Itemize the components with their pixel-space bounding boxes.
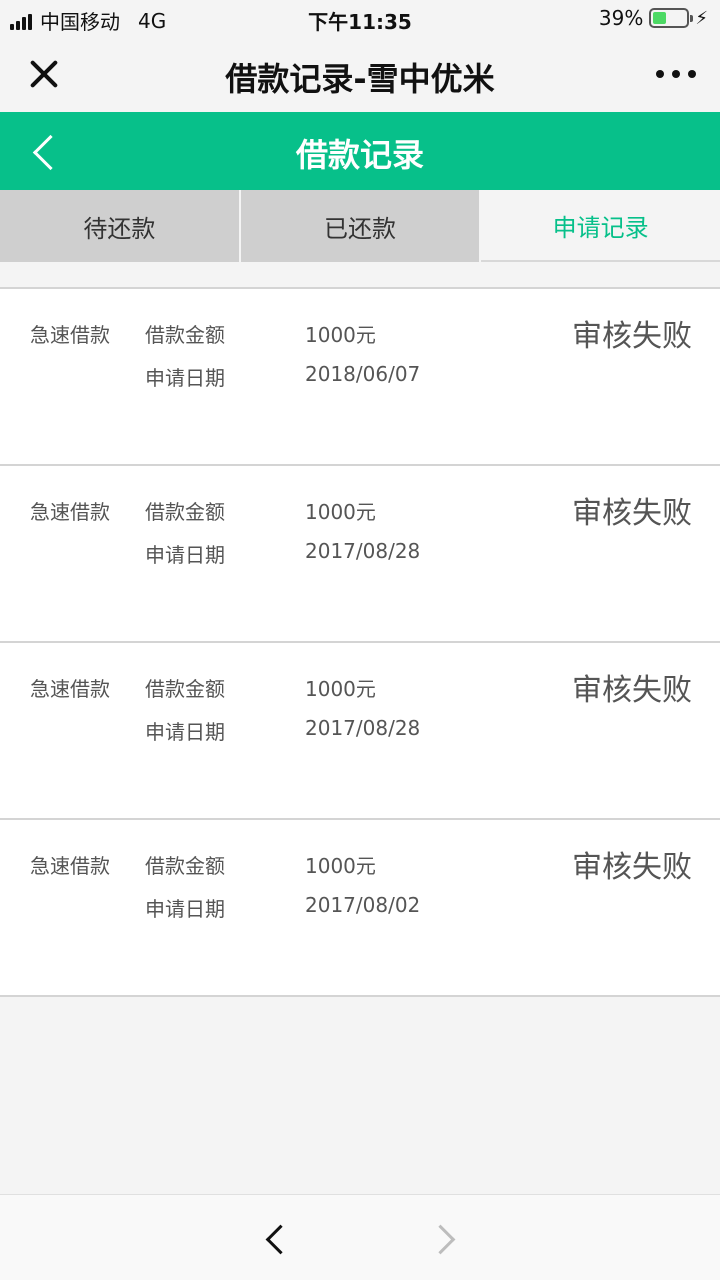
date-label: 申请日期	[145, 543, 225, 567]
tab-application-records[interactable]: 申请记录	[481, 190, 720, 262]
tab-repaid[interactable]: 已还款	[240, 190, 482, 262]
record-type: 急速借款	[30, 677, 110, 701]
date-value: 2018/06/07	[305, 362, 421, 386]
nav-back-icon[interactable]	[258, 1221, 292, 1255]
amount-label: 借款金额	[145, 854, 225, 878]
more-icon[interactable]	[656, 70, 696, 78]
browser-bottom-nav	[0, 1194, 720, 1280]
status-text: 审核失败	[572, 496, 692, 531]
date-value: 2017/08/28	[305, 539, 421, 563]
amount-label: 借款金额	[145, 323, 225, 347]
header-title: 借款记录	[295, 136, 424, 174]
status-text: 审核失败	[572, 673, 692, 708]
amount-value: 1000元	[305, 677, 376, 701]
date-value: 2017/08/28	[305, 716, 421, 740]
record-list: 急速借款 借款金额 1000元 申请日期 2018/06/07 审核失败 急速借…	[0, 287, 720, 997]
status-bar: 中国移动 4G 下午11:35 39% ⚡	[0, 0, 720, 36]
battery-icon	[649, 8, 694, 28]
amount-label: 借款金额	[145, 677, 225, 701]
record-type: 急速借款	[30, 854, 110, 878]
charging-icon: ⚡	[695, 7, 708, 29]
page-title: 借款记录-雪中优米	[225, 60, 495, 98]
date-label: 申请日期	[145, 720, 225, 744]
status-text: 审核失败	[572, 319, 692, 354]
close-icon[interactable]	[24, 54, 64, 94]
record-item[interactable]: 急速借款 借款金额 1000元 申请日期 2017/08/28 审核失败	[0, 641, 720, 818]
battery-percent: 39%	[598, 6, 644, 30]
app-header: 借款记录	[0, 112, 720, 190]
record-item[interactable]: 急速借款 借款金额 1000元 申请日期 2017/08/28 审核失败	[0, 464, 720, 641]
amount-value: 1000元	[305, 854, 376, 878]
record-item[interactable]: 急速借款 借款金额 1000元 申请日期 2017/08/02 审核失败	[0, 818, 720, 997]
nav-forward-icon[interactable]	[428, 1221, 462, 1255]
record-type: 急速借款	[30, 323, 110, 347]
amount-value: 1000元	[305, 323, 376, 347]
record-type: 急速借款	[30, 500, 110, 524]
tab-bar: 待还款 已还款 申请记录	[0, 190, 720, 262]
battery-fill	[653, 12, 666, 24]
tab-pending-repayment[interactable]: 待还款	[0, 190, 241, 262]
wechat-title-bar: 借款记录-雪中优米	[0, 36, 720, 112]
status-text: 审核失败	[572, 850, 692, 885]
amount-label: 借款金额	[145, 500, 225, 524]
date-label: 申请日期	[145, 366, 225, 390]
amount-value: 1000元	[305, 500, 376, 524]
record-item[interactable]: 急速借款 借款金额 1000元 申请日期 2018/06/07 审核失败	[0, 287, 720, 464]
date-value: 2017/08/02	[305, 893, 421, 917]
date-label: 申请日期	[145, 897, 225, 921]
status-right: 39% ⚡	[599, 6, 708, 30]
